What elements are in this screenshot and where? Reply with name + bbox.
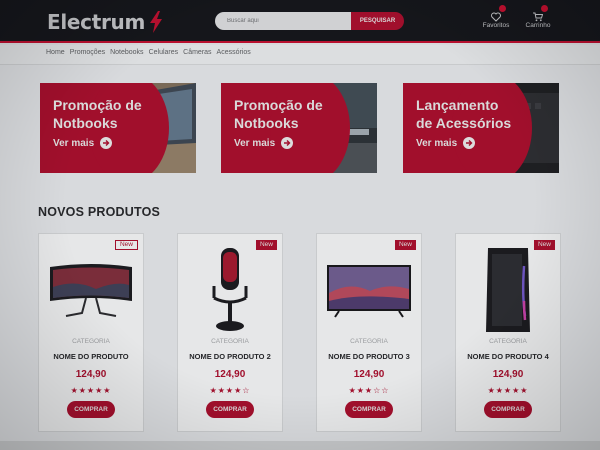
nav-item-notebooks[interactable]: Notebooks: [110, 49, 143, 56]
search-button[interactable]: PESQUISAR: [351, 12, 404, 30]
product-price: 124,90: [214, 369, 246, 380]
banner-notebooks-2[interactable]: Promoção de Notbooks Ver mais: [221, 83, 377, 173]
banner-link[interactable]: Ver mais: [416, 137, 476, 149]
product-name[interactable]: NOME DO PRODUTO 3: [317, 352, 421, 361]
arrow-right-icon: [281, 137, 294, 149]
buy-button[interactable]: COMPRAR: [67, 401, 115, 418]
banner-title: Promoção de Notbooks: [53, 97, 142, 131]
product-price: 124,90: [353, 369, 385, 380]
search-input[interactable]: [215, 12, 351, 30]
favorites-button[interactable]: Favoritos: [479, 5, 513, 31]
search-bar: PESQUISAR: [215, 12, 404, 30]
cart-count-dot: [541, 5, 548, 12]
favorites-count-dot: [499, 5, 506, 12]
nav-item-acessorios[interactable]: Acessórios: [217, 49, 251, 56]
nav-item-celulares[interactable]: Celulares: [149, 49, 179, 56]
logo[interactable]: Electrum: [47, 9, 164, 35]
logo-text: Electrum: [47, 10, 146, 34]
product-card[interactable]: New CATEGORIA NOME DO PRODUTO 2 124,90 ★…: [177, 233, 283, 432]
star-rating: ★★★★★: [487, 386, 529, 395]
section-title: NOVOS PRODUTOS: [38, 205, 161, 219]
product-name[interactable]: NOME DO PRODUTO 4: [456, 352, 560, 361]
product-category: CATEGORIA: [72, 338, 110, 345]
nav-item-home[interactable]: Home: [46, 49, 65, 56]
product-card[interactable]: New CATEGORIA NOME DO PRODUTO 124,90 ★★★…: [38, 233, 144, 432]
favorites-label: Favoritos: [482, 22, 510, 29]
product-name[interactable]: NOME DO PRODUTO 2: [178, 352, 282, 361]
product-price: 124,90: [492, 369, 524, 380]
header: Electrum PESQUISAR Favoritos Carrinho: [0, 0, 600, 43]
star-rating: ★★★☆☆: [348, 386, 390, 395]
nav-item-promocoes[interactable]: Promoções: [70, 49, 105, 56]
banner-title: Lançamento de Acessórios: [416, 97, 512, 131]
buy-button[interactable]: COMPRAR: [345, 401, 393, 418]
buy-button[interactable]: COMPRAR: [206, 401, 254, 418]
star-rating: ★★★★☆: [209, 386, 251, 395]
arrow-right-icon: [463, 137, 476, 149]
cart-label: Carrinho: [525, 22, 551, 29]
product-card[interactable]: New CATEGORIA NOME DO PRODUTO 3 124,90 ★…: [316, 233, 422, 432]
arrow-right-icon: [100, 137, 113, 149]
banner-accessories[interactable]: Lançamento de Acessórios Ver mais: [403, 83, 559, 173]
nav-item-cameras[interactable]: Câmeras: [183, 49, 211, 56]
footer-strip: [0, 441, 600, 450]
product-card[interactable]: New CATEGORIA NOME DO PRODUTO 4 124,90 ★…: [455, 233, 561, 432]
banner-notebooks-1[interactable]: Promoção de Notbooks Ver mais: [40, 83, 196, 173]
product-category: CATEGORIA: [211, 338, 249, 345]
buy-button[interactable]: COMPRAR: [484, 401, 532, 418]
banner-link[interactable]: Ver mais: [53, 137, 113, 149]
banner-title: Promoção de Notbooks: [234, 97, 323, 131]
star-rating: ★★★★★: [70, 386, 112, 395]
pc-tower-icon: [456, 247, 560, 333]
microphone-icon: [178, 247, 282, 333]
tv-icon: [317, 248, 421, 333]
product-category: CATEGORIA: [350, 338, 388, 345]
cart-icon: [533, 5, 548, 22]
product-price: 124,90: [75, 369, 107, 380]
banner-link[interactable]: Ver mais: [234, 137, 294, 149]
cart-button[interactable]: Carrinho: [521, 5, 555, 31]
category-nav: Home Promoções Notebooks Celulares Câmer…: [0, 45, 600, 65]
product-category: CATEGORIA: [489, 338, 527, 345]
lightning-icon: [150, 11, 163, 33]
heart-icon: [491, 5, 506, 22]
product-name[interactable]: NOME DO PRODUTO: [39, 352, 143, 361]
curved-monitor-icon: [39, 248, 143, 333]
